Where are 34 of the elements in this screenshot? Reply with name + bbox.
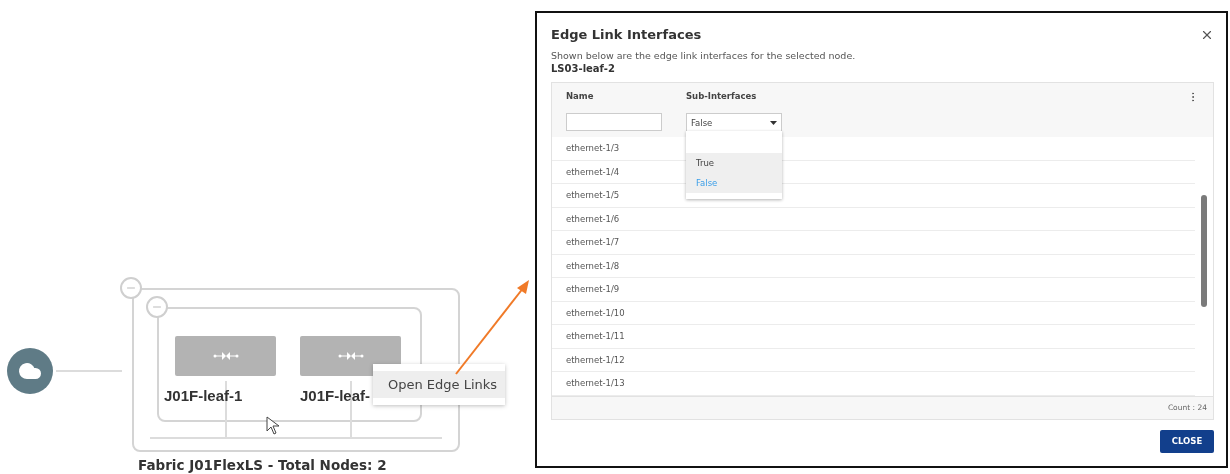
- scrollbar[interactable]: [1201, 195, 1207, 307]
- cloud-node[interactable]: [7, 348, 53, 394]
- column-header[interactable]: Name: [566, 91, 686, 103]
- dialog-description: Shown below are the edge link interfaces for the selected node.: [551, 50, 857, 61]
- switch-node[interactable]: [175, 336, 276, 376]
- cursor-icon: [266, 416, 282, 436]
- collapse-button[interactable]: [146, 296, 168, 318]
- table-cell: ethernet-1/12: [552, 348, 1195, 372]
- table-cell: ethernet-1/7: [552, 231, 1195, 255]
- column-header[interactable]: Sub-Interfaces: [686, 91, 1187, 103]
- node-name: LS03-leaf-2: [551, 63, 616, 74]
- sub-interfaces-select[interactable]: False: [686, 113, 782, 133]
- name-filter-input[interactable]: [566, 113, 662, 131]
- fabric-caption: Fabric J01FlexLS - Total Nodes: 2: [138, 457, 387, 473]
- menu-item[interactable]: Open Edge Links: [373, 371, 505, 398]
- collapse-button[interactable]: [120, 277, 142, 299]
- table-cell: ethernet-1/11: [552, 325, 1195, 349]
- switch-node[interactable]: [300, 336, 401, 376]
- table-cell: ethernet-1/8: [552, 254, 1195, 278]
- dialog-title: Edge Link Interfaces: [551, 27, 702, 42]
- table-cell: ethernet-1/9: [552, 278, 1195, 302]
- table-cell: ethernet-1/6: [552, 207, 1195, 231]
- table-cell: ethernet-1/13: [552, 372, 1195, 396]
- dropdown-option[interactable]: True: [686, 153, 782, 173]
- caret-icon: [770, 121, 777, 125]
- close-button[interactable]: CLOSE: [1160, 429, 1214, 453]
- connector-line: [56, 370, 122, 372]
- link-icon: [212, 351, 239, 361]
- node-label: J01F-leaf-: [300, 387, 371, 404]
- node-label: J01F-leaf-1: [164, 387, 243, 404]
- link-line: [225, 381, 227, 438]
- link-icon: [337, 351, 364, 361]
- table-cell: ethernet-1/10: [552, 301, 1195, 325]
- link-line: [350, 381, 352, 438]
